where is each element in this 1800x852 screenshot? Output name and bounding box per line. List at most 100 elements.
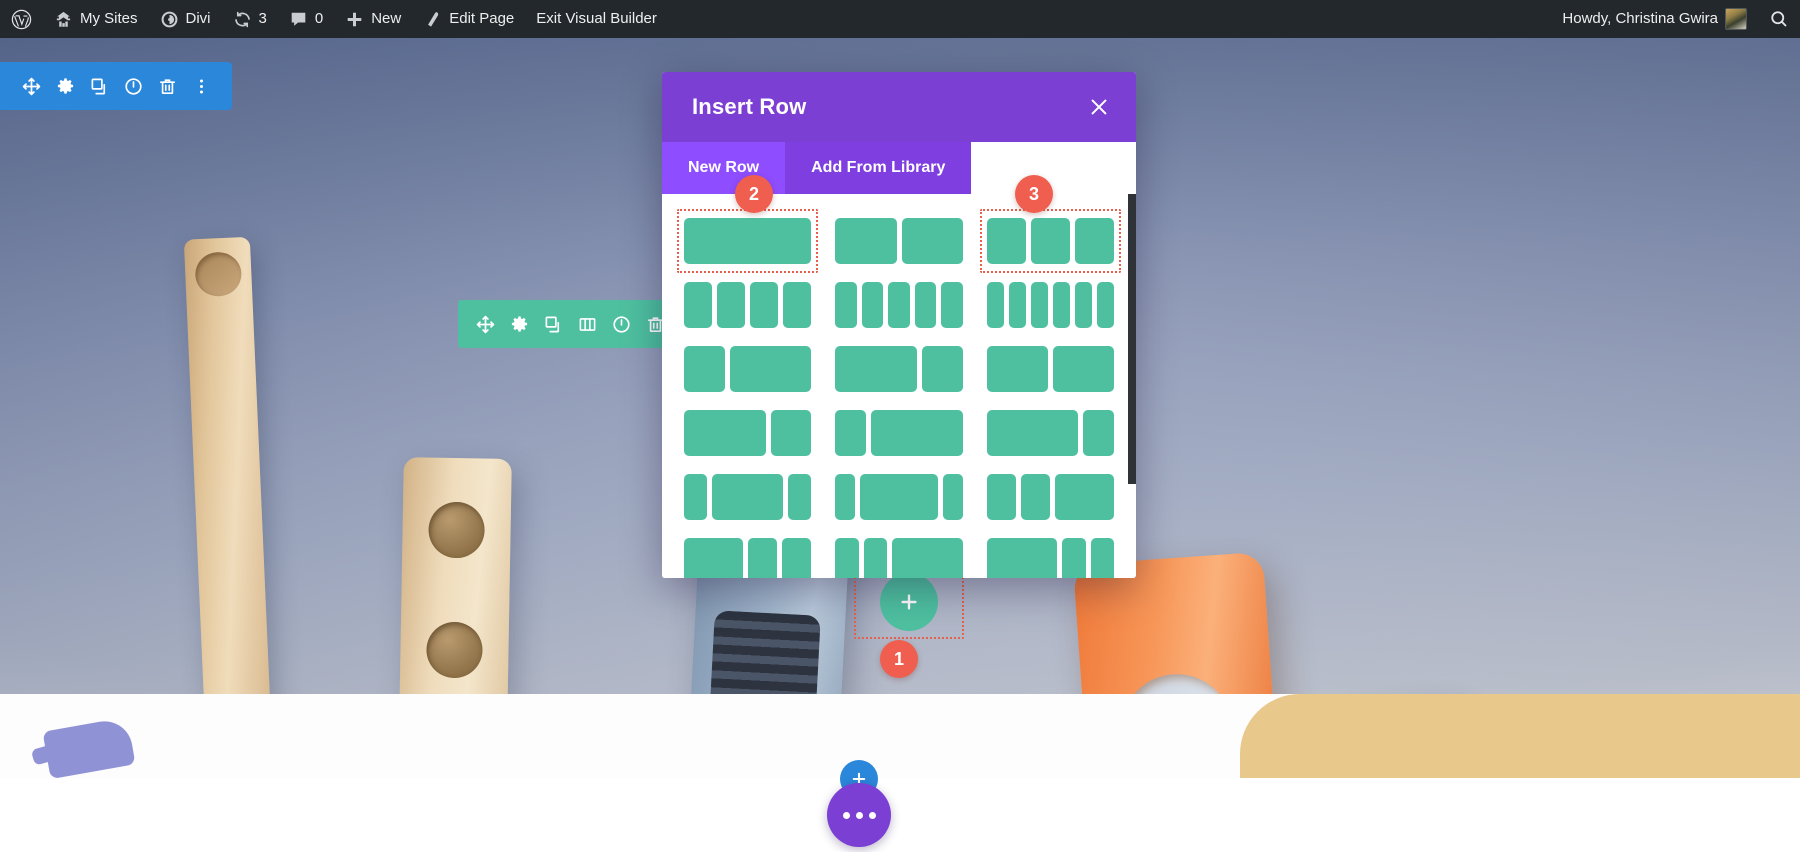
row-layout-column <box>729 346 812 392</box>
comment-icon <box>289 10 308 29</box>
trash-icon[interactable] <box>150 62 184 110</box>
row-layout-column <box>782 538 812 578</box>
row-layout-column <box>861 282 884 328</box>
row-layout-option[interactable] <box>835 410 963 456</box>
row-layout-option[interactable] <box>986 282 1115 328</box>
row-layout-option[interactable] <box>835 218 963 264</box>
adminbar-item-my-sites[interactable]: My Sites <box>43 0 149 38</box>
modal-body <box>662 194 1136 578</box>
row-layout-option[interactable] <box>684 346 812 392</box>
row-layout-column <box>1074 282 1092 328</box>
add-row-target[interactable] <box>854 565 964 639</box>
adminbar-search[interactable] <box>1758 0 1800 38</box>
row-layout-column <box>986 282 1004 328</box>
row-layout-option[interactable] <box>684 474 812 520</box>
row-layout-column <box>1096 282 1115 328</box>
tab-add-from-library[interactable]: Add From Library <box>785 142 972 194</box>
row-layout-option[interactable] <box>676 209 819 273</box>
row-layout-column <box>888 282 910 328</box>
adminbar-label: 0 <box>314 10 324 27</box>
row-layout-column <box>1052 346 1114 392</box>
row-layout-column <box>1030 282 1048 328</box>
add-row-circle[interactable] <box>880 573 938 631</box>
row-layout-column <box>835 282 857 328</box>
row-layout-column <box>941 282 963 328</box>
row-layout-column <box>770 410 812 456</box>
modal-tabs: New Row Add From Library <box>662 142 1136 194</box>
step-badge-2: 2 <box>735 175 773 213</box>
insert-row-modal: Insert Row New Row Add From Library <box>662 72 1136 578</box>
adminbar-label: Divi <box>185 10 211 27</box>
row-layout-column <box>712 474 783 520</box>
row-layout-column <box>684 346 725 392</box>
gear-icon[interactable] <box>48 62 82 110</box>
power-icon[interactable] <box>116 62 150 110</box>
adminbar-item-comments[interactable]: 0 <box>278 0 334 38</box>
howdy-label: Howdy, Christina Gwira <box>1562 10 1718 27</box>
wordpress-icon <box>11 9 32 30</box>
row-layout-option[interactable] <box>986 538 1114 578</box>
row-layout-option[interactable] <box>979 209 1122 273</box>
page-bottom-accent <box>1240 694 1800 778</box>
row-layout-column <box>835 346 917 392</box>
columns-icon[interactable] <box>570 300 604 348</box>
row-layout-option[interactable] <box>986 474 1115 520</box>
power-icon[interactable] <box>604 300 638 348</box>
page-settings-button[interactable] <box>827 783 891 847</box>
row-layout-column <box>1052 282 1070 328</box>
row-layout-option[interactable] <box>684 410 812 456</box>
adminbar-item-divi[interactable]: Divi <box>149 0 222 38</box>
adminbar-label: Edit Page <box>449 10 515 27</box>
row-layout-option[interactable] <box>684 538 812 578</box>
ellipsis-dot <box>868 811 876 819</box>
row-layout-column <box>1062 538 1086 578</box>
row-layout-column <box>1055 474 1115 520</box>
move-icon[interactable] <box>468 300 502 348</box>
row-layout-option[interactable] <box>684 282 812 328</box>
row-layout-column <box>684 218 812 264</box>
modal-header: Insert Row <box>662 72 1136 142</box>
close-icon[interactable] <box>1088 96 1110 118</box>
row-layout-option[interactable] <box>835 538 963 578</box>
wp-admin-bar: My Sites Divi 3 0 New Edit Page Exit Vis… <box>0 0 1800 38</box>
row-layout-column <box>684 282 713 328</box>
row-layout-column <box>1030 218 1070 264</box>
move-icon[interactable] <box>14 62 48 110</box>
row-layout-column <box>835 218 897 264</box>
row-layout-option[interactable] <box>835 346 963 392</box>
duplicate-icon[interactable] <box>82 62 116 110</box>
adminbar-item-updates[interactable]: 3 <box>222 0 278 38</box>
row-layout-option[interactable] <box>835 282 963 328</box>
row-layout-column <box>986 474 1016 520</box>
section-toolbar[interactable] <box>0 62 232 110</box>
row-layout-option[interactable] <box>835 474 963 520</box>
row-layout-column <box>863 538 888 578</box>
adminbar-label: 3 <box>258 10 267 27</box>
row-layout-column <box>914 282 937 328</box>
divi-icon <box>160 10 179 29</box>
plus-icon <box>345 10 364 29</box>
row-toolbar[interactable] <box>458 300 682 348</box>
adminbar-item-wordpress-logo[interactable] <box>0 0 43 38</box>
row-layout-column <box>835 410 866 456</box>
row-layout-column <box>684 410 766 456</box>
adminbar-label: Exit Visual Builder <box>536 10 657 27</box>
adminbar-label: My Sites <box>80 10 138 27</box>
search-icon[interactable] <box>1769 9 1789 29</box>
adminbar-item-new[interactable]: New <box>334 0 412 38</box>
row-layout-option[interactable] <box>986 346 1114 392</box>
row-layout-column <box>1008 282 1026 328</box>
row-layout-column <box>1090 538 1114 578</box>
adminbar-item-exit-visual-builder[interactable]: Exit Visual Builder <box>525 0 668 38</box>
duplicate-icon[interactable] <box>536 300 570 348</box>
modal-scrollbar[interactable] <box>1128 194 1136 484</box>
gear-icon[interactable] <box>502 300 536 348</box>
row-layout-column <box>1074 218 1114 264</box>
row-layout-column <box>747 538 777 578</box>
row-layout-column <box>921 346 963 392</box>
more-icon[interactable] <box>184 62 218 110</box>
row-layout-option[interactable] <box>986 410 1115 456</box>
adminbar-account[interactable]: Howdy, Christina Gwira <box>1551 0 1758 38</box>
row-layout-column <box>986 538 1058 578</box>
adminbar-item-edit-page[interactable]: Edit Page <box>412 0 525 38</box>
